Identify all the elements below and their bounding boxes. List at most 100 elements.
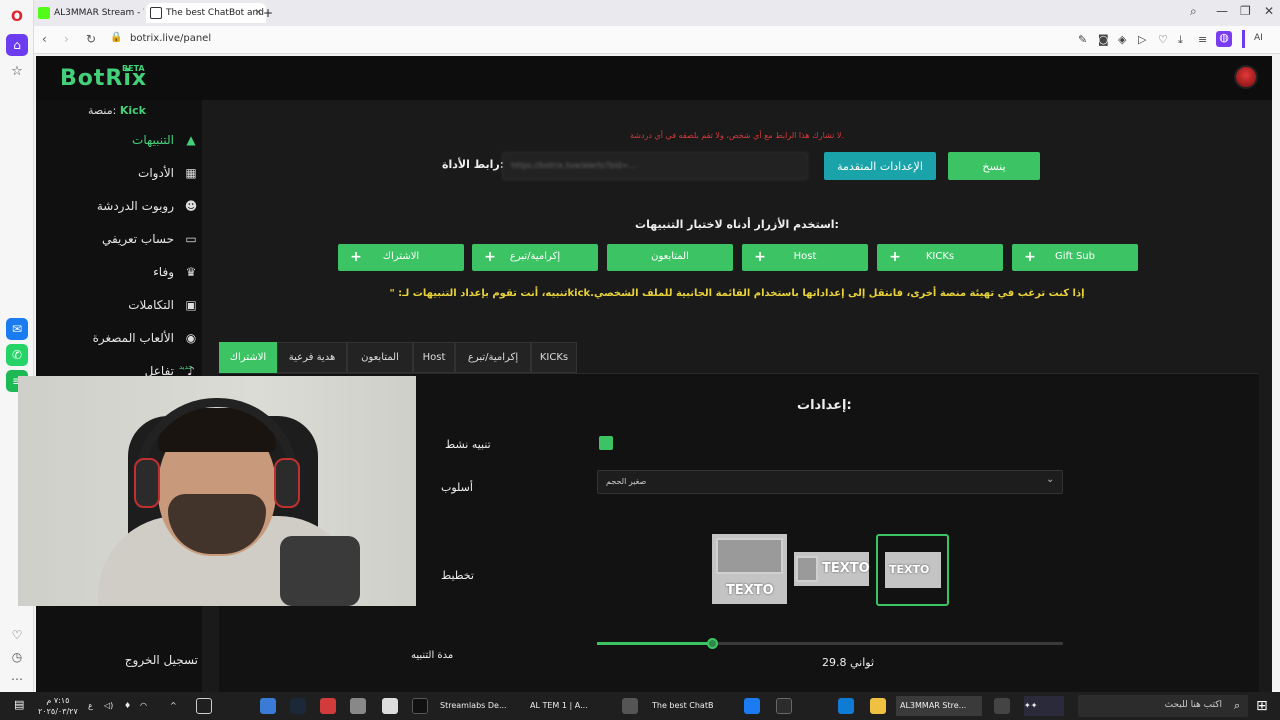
sidebar-item-0[interactable]: التنبيهات ▲	[48, 128, 198, 152]
whatsapp-icon[interactable]: ✆	[6, 344, 28, 366]
opera-logo-icon[interactable]: O	[6, 6, 28, 28]
heart-icon[interactable]: ♡	[1158, 33, 1168, 46]
search-tabs-icon[interactable]: ⌕	[1190, 4, 1197, 19]
messenger-icon[interactable]: ✉	[6, 318, 28, 340]
sidebar-item-4[interactable]: وفاء ♛	[48, 260, 198, 284]
capcut-icon[interactable]	[382, 698, 398, 714]
play-icon[interactable]: ▷	[1138, 33, 1146, 46]
sidebar-item-label: الألعاب المصغرة	[92, 331, 174, 345]
app-icon[interactable]	[776, 698, 792, 714]
wifi-icon[interactable]: ◠	[140, 696, 147, 716]
minimize-icon[interactable]: —	[1216, 4, 1228, 18]
edit-icon[interactable]: ✎	[1078, 33, 1087, 46]
slider-fill	[597, 642, 712, 645]
test-alert-button[interactable]: Host +	[742, 244, 868, 271]
alert-tab[interactable]: KICKs	[531, 342, 577, 373]
test-alert-button[interactable]: الاشتراك +	[338, 244, 464, 271]
test-alert-button[interactable]: إكرامية/تبرع +	[472, 244, 598, 271]
steam-icon[interactable]	[290, 698, 306, 714]
speaker-icon[interactable]: ◁)	[104, 696, 113, 716]
test-alert-button[interactable]: KICKs +	[877, 244, 1003, 271]
sidebar-item-1[interactable]: الأدوات ▦	[48, 161, 198, 185]
sidebar-item-label: تسجيل الخروج	[124, 653, 198, 667]
profile-icon[interactable]: ◍	[1216, 31, 1232, 47]
sidebar-item-2[interactable]: روبوت الدردشة ☻	[48, 194, 198, 218]
layout-option-stacked[interactable]: TEXTO	[712, 534, 787, 604]
alert-tab[interactable]: إكرامية/تبرع	[455, 342, 531, 373]
reload-icon[interactable]: ↻	[86, 32, 96, 46]
style-select[interactable]: صغير الحجم ⌄	[597, 470, 1063, 494]
tab-stream[interactable]: AL3MMAR Stream - Watc	[34, 3, 144, 23]
sidebar-item-logout[interactable]: تسجيل الخروج	[48, 648, 198, 672]
trophy-icon: ♛	[185, 265, 197, 279]
heart-icon[interactable]: ♡	[6, 624, 28, 646]
star-icon[interactable]: ☆	[6, 60, 28, 82]
forward-icon[interactable]: ›	[64, 32, 69, 46]
active-alert-checkbox[interactable]	[599, 436, 613, 450]
test-alert-button[interactable]: المتابعون	[607, 244, 733, 271]
tiktok-icon[interactable]	[412, 698, 428, 714]
keyboard-icon[interactable]	[196, 698, 212, 714]
alert-tab[interactable]: هدية فرعية	[277, 342, 347, 373]
url-text[interactable]: botrix.live/panel	[130, 33, 211, 44]
sidebar-item-3[interactable]: حساب تعريفي ▭	[48, 227, 198, 251]
tab-botrix[interactable]: The best ChatBot and Wi ✕	[146, 3, 266, 23]
security-warning: لا تشارك هذا الرابط مع أي شخص، ولا تقم ب…	[629, 131, 845, 140]
taskbar-item-chrome[interactable]: AL3MMAR Stre...	[896, 696, 982, 716]
taskbar-item-opera[interactable]: The best ChatB	[652, 696, 732, 716]
duration-slider[interactable]	[597, 638, 1063, 649]
alert-tab[interactable]: المتابعون	[347, 342, 413, 373]
app-icon[interactable]	[622, 698, 638, 714]
back-icon[interactable]: ‹	[42, 32, 47, 46]
layout-option-side[interactable]: TEXTO	[794, 552, 870, 586]
edge-icon[interactable]	[838, 698, 854, 714]
history-icon[interactable]: ◷	[6, 646, 28, 668]
advanced-settings-button[interactable]: الإعدادات المتقدمة	[824, 152, 936, 180]
search-input[interactable]: اكتب هنا للبحث	[1078, 695, 1248, 717]
folder-icon[interactable]	[870, 698, 886, 714]
clock-time: ٧:١٥ م	[46, 696, 70, 705]
more-icon[interactable]: ⋯	[6, 668, 28, 690]
layout-option-overlay[interactable]: TEXTO	[876, 534, 949, 606]
copy-button[interactable]: ينسخ	[948, 152, 1040, 180]
app-icon[interactable]	[260, 698, 276, 714]
close-window-icon[interactable]: ✕	[1264, 4, 1274, 18]
taskbar-item-streamlabs[interactable]: Streamlabs De...	[440, 696, 520, 716]
new-badge: جديد	[179, 363, 193, 371]
widget-link-field[interactable]: https://botrix.live/alerts?bid=...	[502, 152, 808, 180]
app-icon[interactable]	[320, 698, 336, 714]
chevron-up-icon[interactable]: ^	[170, 696, 177, 716]
taskbar-item-discord[interactable]: AL TEM 1 | A...	[530, 696, 610, 716]
download-icon[interactable]: ⤓	[1178, 33, 1183, 47]
test-alerts-label: استخدم الأزرار أدناه لاختبار التنبيهات:	[635, 218, 839, 231]
alert-tab[interactable]: الاشتراك	[219, 342, 277, 373]
image-placeholder-icon	[716, 538, 783, 574]
mic-icon[interactable]: ♦	[124, 696, 131, 716]
shield-icon[interactable]: ◈	[1118, 33, 1126, 46]
layout-text: TEXTO	[822, 561, 870, 576]
widget-link-label: رابط الأداة:	[442, 158, 504, 171]
user-avatar[interactable]	[1234, 65, 1258, 89]
copilot-icon[interactable]: ✦✦	[1024, 696, 1064, 716]
windows-start-icon[interactable]: ⊞	[1256, 698, 1272, 714]
camera-icon[interactable]: ◙	[1098, 33, 1109, 46]
alert-tab[interactable]: Host	[413, 342, 455, 373]
test-alert-button[interactable]: Gift Sub +	[1012, 244, 1138, 271]
maximize-icon[interactable]: ❐	[1240, 4, 1251, 18]
sidebar-item-5[interactable]: التكاملات ▣	[48, 293, 198, 317]
divider	[1242, 30, 1245, 48]
language-indicator[interactable]: ع	[88, 696, 93, 716]
layout-label: تخطيط	[441, 569, 474, 582]
clock[interactable]: ٧:١٥ م ٢٠٢٥/٠٣/٢٧	[38, 695, 78, 717]
workspace-icon[interactable]: ⌂	[6, 34, 28, 56]
menu-icon[interactable]: ≡	[1198, 33, 1207, 46]
slider-handle[interactable]	[706, 638, 718, 649]
app-icon[interactable]	[350, 698, 366, 714]
new-tab-button[interactable]: +	[260, 3, 276, 23]
sidebar-item-6[interactable]: الألعاب المصغرة ◉	[48, 326, 198, 350]
app-icon[interactable]	[744, 698, 760, 714]
task-view-icon[interactable]	[994, 698, 1010, 714]
layout-text: TEXTO	[726, 583, 774, 598]
ai-button[interactable]: AI	[1254, 33, 1263, 43]
notification-icon[interactable]: ▤	[14, 698, 30, 714]
